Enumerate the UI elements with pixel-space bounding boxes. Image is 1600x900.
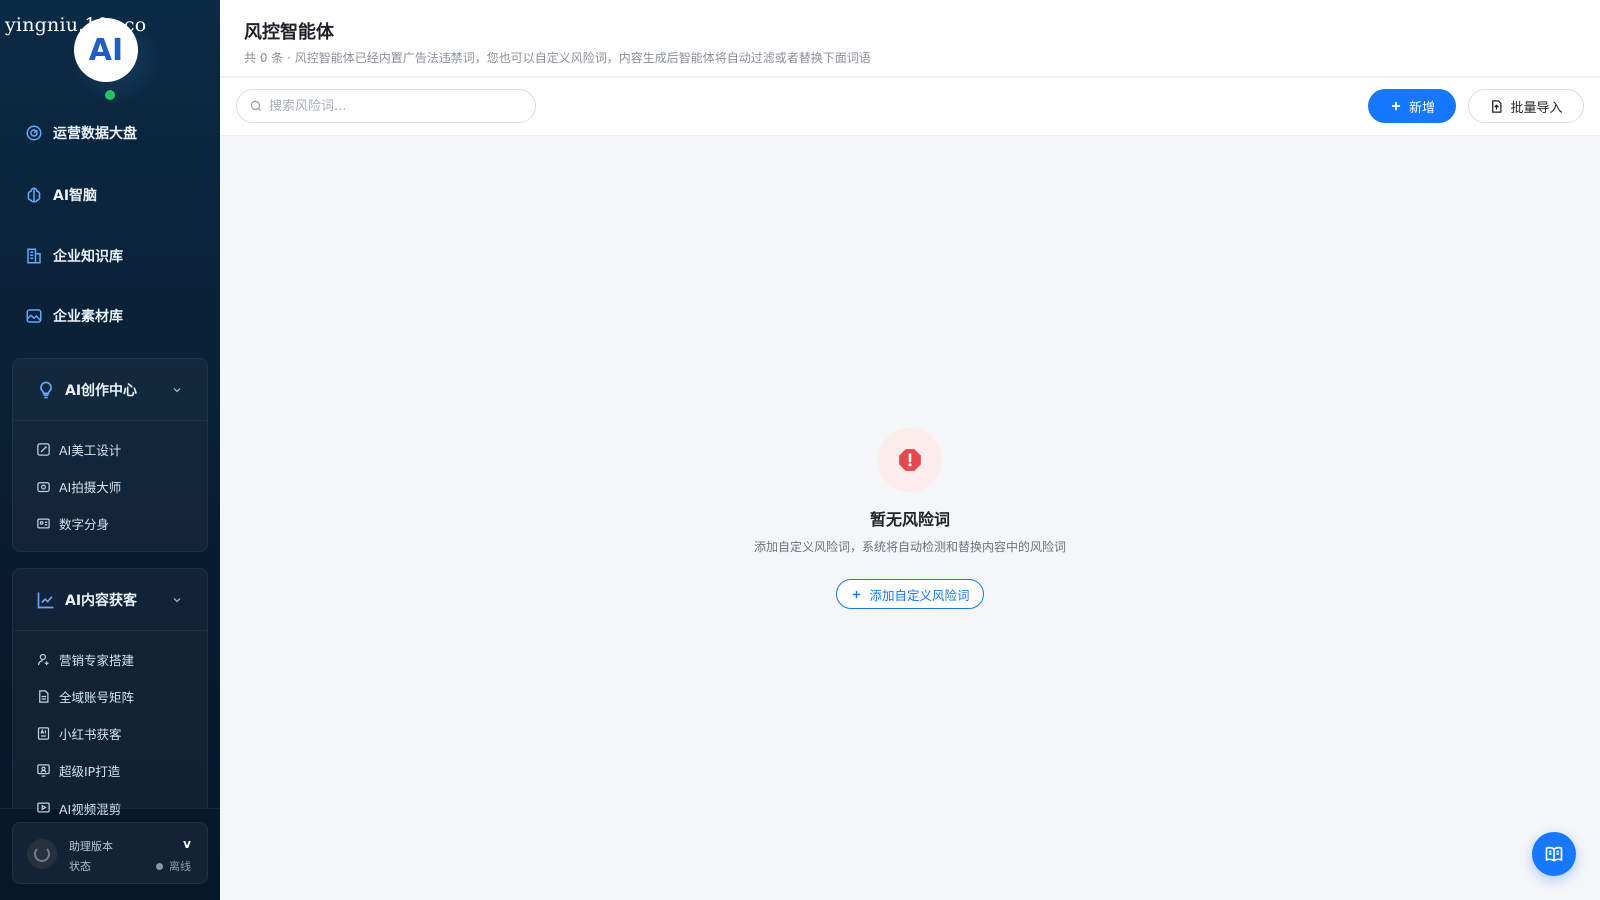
empty-state-description: 添加自定义风险词，系统将自动检测和替换内容中的风险词 xyxy=(753,540,1066,554)
assistant-status-card: 助理版本 状态 v 离线 xyxy=(12,822,208,884)
camera-icon xyxy=(35,479,51,495)
video-icon xyxy=(35,799,51,815)
sidebar: yingniu.10v.co AI 运营数据大盘 AI智脑 企业知识库 企业素材… xyxy=(0,0,220,900)
sidebar-item-label: 数字分身 xyxy=(59,517,110,532)
sidebar-item-label: 运营数据大盘 xyxy=(53,126,137,142)
page-title: 风控智能体 xyxy=(244,22,334,43)
page-header: 风控智能体 共 0 条 · 风控智能体已经内置广告法违禁词，您也可以自定义风险词… xyxy=(220,0,1600,77)
sidebar-item-label: 全域账号矩阵 xyxy=(59,690,135,705)
sidebar-item-ai-photo[interactable]: AI拍摄大师 xyxy=(13,468,207,505)
search-box[interactable] xyxy=(236,89,536,123)
file-icon xyxy=(35,689,51,705)
plus-icon xyxy=(850,588,863,601)
group-header-ai-content[interactable]: AI内容获客 xyxy=(13,569,207,631)
brain-icon xyxy=(24,185,44,205)
sidebar-item-ai-brain[interactable]: AI智脑 xyxy=(24,180,97,210)
empty-state: 暂无风险词 添加自定义风险词，系统将自动检测和替换内容中的风险词 添加自定义风险… xyxy=(220,136,1600,900)
sidebar-item-label: AI拍摄大师 xyxy=(59,480,122,495)
plus-icon xyxy=(1389,99,1403,113)
sidebar-item-account-matrix[interactable]: 全域账号矩阵 xyxy=(13,678,207,715)
group-header-ai-creation[interactable]: AI创作中心 xyxy=(13,359,207,421)
add-button[interactable]: 新增 xyxy=(1368,89,1456,123)
sidebar-item-digital-avatar[interactable]: 数字分身 xyxy=(13,505,207,542)
sidebar-group-ai-creation: AI创作中心 AI美工设计 AI拍摄大师 数字分身 xyxy=(12,358,208,552)
group-title: AI创作中心 xyxy=(65,382,138,399)
sidebar-item-video-remix[interactable]: AI视频混剪 xyxy=(13,789,207,815)
sidebar-group-ai-content: AI内容获客 营销专家搭建 全域账号矩阵 小红书获客 超级IP打造 AI视频混剪 xyxy=(12,568,208,815)
palette-icon xyxy=(35,442,51,458)
empty-state-badge xyxy=(878,428,942,492)
toolbar: 新增 批量导入 xyxy=(220,78,1600,136)
id-card-icon xyxy=(35,516,51,532)
sidebar-item-ai-design[interactable]: AI美工设计 xyxy=(13,431,207,468)
sidebar-divider xyxy=(0,808,220,809)
state-value-text: 离线 xyxy=(169,860,191,873)
watermark: yingniu.10v.co xyxy=(5,14,147,36)
batch-import-label: 批量导入 xyxy=(1510,100,1563,116)
add-custom-risk-word-button[interactable]: 添加自定义风险词 xyxy=(836,579,984,609)
version-value: v xyxy=(183,837,191,851)
import-file-icon xyxy=(1489,99,1504,114)
sidebar-item-label: 企业素材库 xyxy=(53,309,123,325)
dashboard-icon xyxy=(24,123,44,143)
sidebar-item-label: 超级IP打造 xyxy=(59,764,121,779)
book-icon xyxy=(1544,844,1564,864)
sidebar-item-label: AI视频混剪 xyxy=(59,802,122,815)
state-value: 离线 xyxy=(156,858,191,874)
batch-import-button[interactable]: 批量导入 xyxy=(1468,89,1584,123)
sidebar-item-label: AI智脑 xyxy=(53,188,98,204)
add-button-label: 新增 xyxy=(1408,100,1435,116)
sidebar-item-xiaohongshu[interactable]: 小红书获客 xyxy=(13,715,207,752)
image-icon xyxy=(24,306,44,326)
sidebar-item-marketing-expert[interactable]: 营销专家搭建 xyxy=(13,641,207,678)
monitor-user-icon xyxy=(35,763,51,779)
lightbulb-gear-icon xyxy=(35,379,57,401)
trend-chart-icon xyxy=(35,589,57,611)
sidebar-item-knowledge-base[interactable]: 企业知识库 xyxy=(24,241,123,271)
alert-octagon-icon xyxy=(897,447,923,473)
sidebar-item-label: 小红书获客 xyxy=(59,727,122,742)
sidebar-item-dashboard[interactable]: 运营数据大盘 xyxy=(24,118,137,148)
page-subtitle: 共 0 条 · 风控智能体已经内置广告法违禁词，您也可以自定义风险词，内容生成后… xyxy=(244,51,871,65)
loading-spinner-icon xyxy=(27,839,57,869)
sidebar-item-super-ip[interactable]: 超级IP打造 xyxy=(13,752,207,789)
sidebar-item-label: 营销专家搭建 xyxy=(59,653,135,668)
sidebar-item-material-library[interactable]: 企业素材库 xyxy=(24,301,123,331)
chevron-down-icon[interactable] xyxy=(171,594,183,606)
group-title: AI内容获客 xyxy=(65,592,138,609)
user-icon xyxy=(35,652,51,668)
main-content: 风控智能体 共 0 条 · 风控智能体已经内置广告法违禁词，您也可以自定义风险词… xyxy=(220,0,1600,900)
help-book-button[interactable] xyxy=(1532,832,1576,876)
building-icon xyxy=(24,246,44,266)
search-input[interactable] xyxy=(269,98,519,114)
online-status-dot xyxy=(105,90,115,100)
sidebar-item-label: 企业知识库 xyxy=(53,249,123,265)
chevron-down-icon[interactable] xyxy=(171,384,183,396)
add-custom-risk-word-label: 添加自定义风险词 xyxy=(869,587,970,603)
version-label: 助理版本 xyxy=(69,840,113,853)
empty-state-title: 暂无风险词 xyxy=(869,510,950,529)
search-icon xyxy=(249,99,263,113)
sidebar-item-label: AI美工设计 xyxy=(59,443,122,458)
ai-box-icon xyxy=(35,726,51,742)
state-label: 状态 xyxy=(69,860,91,873)
offline-dot-icon xyxy=(156,862,163,870)
